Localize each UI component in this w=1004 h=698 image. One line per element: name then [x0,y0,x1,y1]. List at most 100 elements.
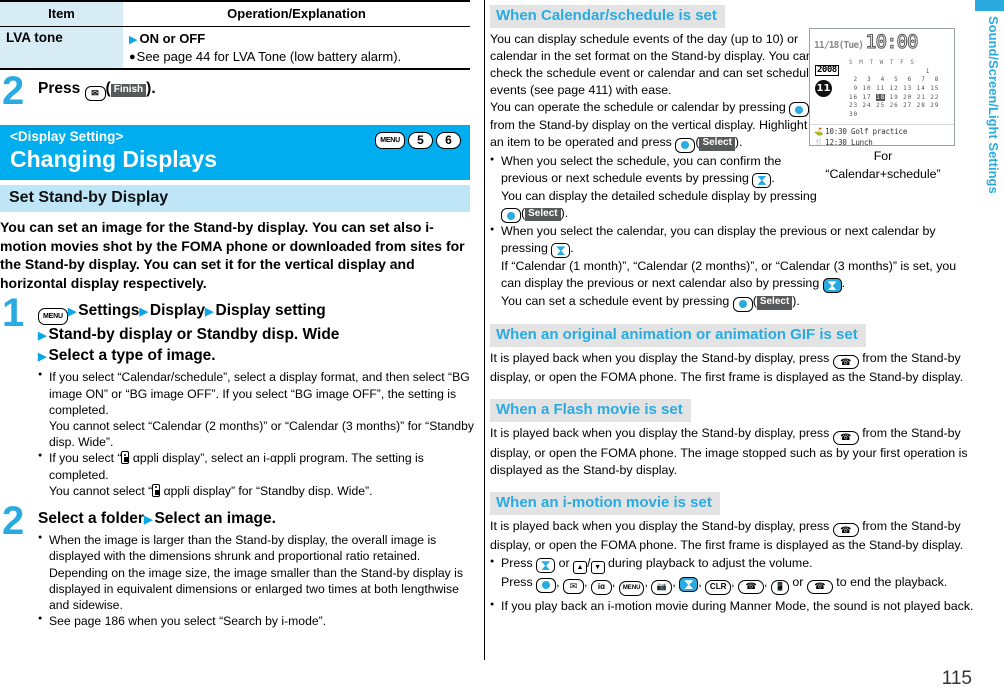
select-image-label: Select an image. [154,510,276,528]
note-continuation-2: You can set a schedule event by pressing… [501,293,975,312]
imotion-note-press-2: Press [501,575,533,590]
page-number: 115 [941,668,972,689]
arrow-down-key-icon: ▼ [590,561,605,575]
event-title: Golf practice [851,126,908,136]
figure-caption-line-1: For [873,149,893,163]
clear-key-icon: CLR [705,579,732,595]
note-item: When the image is larger than the Stand-… [38,532,480,613]
table-header: Item Operation/Explanation [0,1,470,27]
press-suffix: ). [146,79,156,97]
side-tab: Sound/Screen/Light Settings [975,0,1004,698]
power-end-key-icon: ☎ [832,430,859,445]
blue-triangle-icon: ▶ [143,514,153,527]
chapter-key-sequence: MENU 5 6 [375,131,461,149]
note-item: If you select “Calendar/schedule”, selec… [38,369,480,450]
nav-leftright-key-icon [679,577,699,593]
power-end-key-icon: ☎ [806,579,833,594]
calendar-day-headers: S M T W T F S [849,59,916,66]
menu-key-icon: MENU [618,580,645,596]
meal-icon: 🍴 [814,138,824,146]
flash-paragraph: It is played back when you display the S… [490,425,975,478]
bullet-icon: ● [129,50,136,63]
screen-calendar: 2008 11 S M T W T F S 1 2 3 4 5 6 7 8 9 … [810,52,954,120]
imotion-note-volume: during playback to adjust the volume. [607,556,813,571]
section-title-bar: Set Stand-by Display [0,184,470,212]
mail-key-icon: ✉ [563,579,585,595]
step-number: 1 [2,291,25,336]
menu-key-icon: MENU [375,131,405,149]
imotion-note-end: to end the playback. [836,575,948,590]
blue-triangle-icon: ▶ [139,306,148,319]
note-cont-suffix: ). [560,205,569,220]
i-appli-icon [121,451,130,465]
arrow-up-key-icon: ▲ [573,561,588,575]
note-cont-suffix: αppli display” for “Standby disp. Wide”. [160,483,373,498]
menu-path-select-image-type: Select a type of image. [48,346,216,364]
nav-updown-key-icon [536,558,556,574]
calendar-year: 2008 [815,65,839,76]
softkey-finish-label: Finish [110,83,147,98]
imotion-note-or-2: or [792,575,804,590]
phone-screen: 11/18(Tue) 10:00 2008 11 S M T W T F S 1… [809,28,955,146]
animation-paragraph: It is played back when you display the S… [490,350,975,386]
section-intro-text: You can set an image for the Stand-by di… [0,218,465,291]
column-header-operation: Operation/Explanation [123,1,470,27]
imotion-paragraph: It is played back when you display the S… [490,518,975,554]
calendar-week-row: 16 17 18 19 20 21 22 [849,93,940,101]
schedule-event: 🍴 12:30 Lunch [814,137,951,146]
select-folder-label: Select a folder [38,510,144,528]
calendar-year-month: 2008 11 [815,59,845,120]
chapter-title: Changing Displays [10,145,218,172]
operation-note-text: See page 44 for LVA Tone (low battery al… [136,48,402,64]
operation-main-text: ON or OFF [139,31,206,46]
nav-leftright-key-icon [822,278,842,294]
camera-key-icon: 📷 [651,579,673,595]
nav-updown-key-icon [752,172,772,188]
menu-key-icon: MENU [38,308,68,326]
event-title: Lunch [851,138,873,146]
side-tab-label: Sound/Screen/Light Settings [986,16,1001,194]
note-text-suffix: . [570,241,574,256]
softkey-select-label: Select [699,137,735,151]
step-1-line-1: MENU ▶ Settings▶ Display▶ Display setting [38,301,480,326]
note-cont2-text: You can set a schedule event by pressing [501,294,730,309]
step-press-finish: 2 Press ✉(Finish). [0,71,480,125]
note-text-prefix: If you select “ [49,451,122,466]
note-continuation: If “Calendar (1 month)”, “Calendar (2 mo… [501,258,975,294]
step-2-notes: When the image is larger than the Stand-… [38,532,480,629]
note-text: If you select “Calendar/schedule”, selec… [49,370,470,417]
screen-clock: 10:00 [865,31,919,53]
calendar-week-row: 2 3 4 5 6 7 8 [849,76,940,84]
note-cont-suffix: . [841,276,846,291]
step-1: 1 MENU ▶ Settings▶ Display▶ Display setting … [0,293,480,499]
event-time: 12:30 [825,138,847,146]
figure-caption-line-2: “Calendar+schedule” [825,167,941,182]
calendar-month: 11 [815,80,832,97]
imotion-note-continuation: Press , ✉, iɑ, MENU, 📷, , CLR, ☎, 📱 or ☎… [501,574,975,596]
step-press-finish-text: Press ✉(Finish). [38,79,480,101]
settings-table: Item Operation/Explanation LVA tone ▶ ON … [0,0,470,68]
calendar-paragraph-2: You can operate the schedule or calendar… [490,99,823,153]
menu-path-standby-display: Stand-by display or Standby disp. Wide [48,326,340,344]
power-end-key-icon: ☎ [832,523,859,538]
blue-triangle-icon: ▶ [38,330,47,343]
note-cont-text: You can display the detailed schedule di… [501,188,817,203]
note-text: When you select the schedule, you can co… [501,153,782,185]
note-cont-text: If “Calendar (1 month)”, “Calendar (2 mo… [501,259,957,291]
table-body: LVA tone ▶ ON or OFF ●See page 44 for LVA… [0,26,470,68]
center-select-key-icon [536,577,557,593]
blue-triangle-icon: ▶ [38,350,47,363]
note-item: If you play back an i-motion movie durin… [490,598,975,615]
cell-item-name: LVA tone [0,26,123,68]
menu-path-display-setting: Display setting [215,302,326,320]
step-2-heading: Select a folder▶ Select an image. [38,509,480,529]
animation-text-a: It is played back when you display the S… [490,350,830,365]
step-1-line-3: ▶ Select a type of image. [38,346,480,366]
mail-key-icon: ✉ [84,85,106,101]
i-mode-key-icon: iɑ [590,579,612,595]
event-time: 10:30 [825,126,847,136]
menu-path-display: Display [149,302,206,320]
note-item: If you select “ αppli display”, select a… [38,450,480,499]
operation-main-line: ▶ ON or OFF [129,30,464,48]
power-end-key-icon: ☎ [832,355,859,370]
